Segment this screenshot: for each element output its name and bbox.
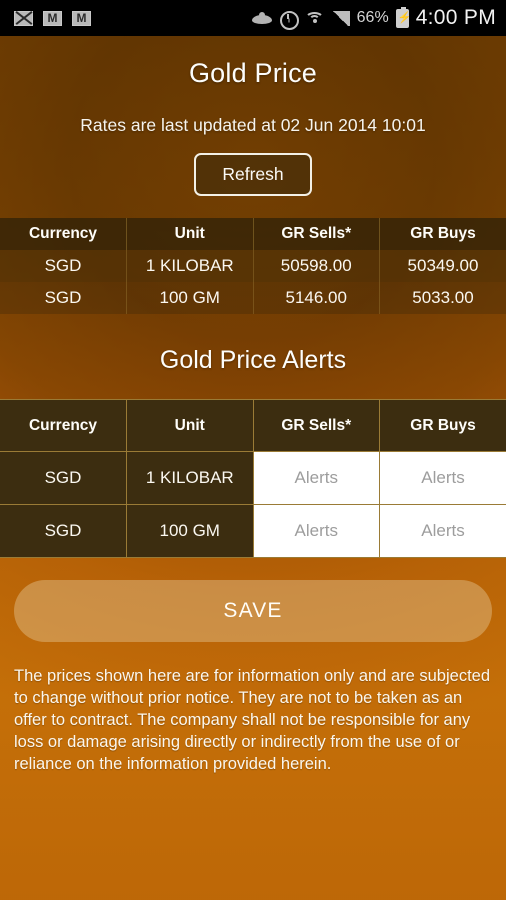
last-updated-text: Rates are last updated at 02 Jun 2014 10… bbox=[80, 115, 426, 135]
signal-bars-icon bbox=[330, 10, 350, 26]
status-system-icons: 66% 4:00 PM bbox=[251, 6, 496, 30]
page-title: Gold Price bbox=[188, 58, 318, 88]
cell-gr-buys: 5033.00 bbox=[379, 282, 506, 314]
cell-unit: 100 GM bbox=[126, 282, 254, 314]
table-row: SGD 100 GM 5146.00 5033.00 bbox=[0, 282, 506, 314]
save-button[interactable]: SAVE bbox=[14, 580, 492, 642]
cell-currency: SGD bbox=[0, 250, 127, 282]
cell-currency: SGD bbox=[0, 451, 127, 505]
table-row: SGD 100 GM bbox=[0, 504, 506, 558]
mail-envelope-icon bbox=[14, 10, 33, 26]
status-bar: 66% 4:00 PM bbox=[0, 0, 506, 36]
gold-rates-table: Currency Unit GR Sells* GR Buys SGD 1 KI… bbox=[0, 218, 506, 314]
eye-icon bbox=[251, 12, 272, 24]
battery-percent-label: 66% bbox=[356, 9, 389, 26]
alert-buys-input[interactable] bbox=[380, 452, 506, 504]
column-header-gr-sells: GR Sells* bbox=[253, 399, 380, 452]
gold-price-alerts-table: Currency Unit GR Sells* GR Buys SGD 1 KI… bbox=[0, 399, 506, 558]
status-notification-icons bbox=[14, 10, 91, 26]
column-header-currency: Currency bbox=[0, 399, 127, 452]
column-header-gr-buys: GR Buys bbox=[379, 218, 506, 250]
cell-currency: SGD bbox=[0, 282, 127, 314]
column-header-unit: Unit bbox=[126, 218, 254, 250]
alert-sells-input[interactable] bbox=[253, 505, 379, 557]
table-header-row: Currency Unit GR Sells* GR Buys bbox=[0, 399, 506, 452]
cell-unit: 1 KILOBAR bbox=[126, 250, 254, 282]
cell-currency: SGD bbox=[0, 504, 127, 558]
table-header-row: Currency Unit GR Sells* GR Buys bbox=[0, 218, 506, 250]
column-header-currency: Currency bbox=[0, 218, 127, 250]
status-clock: 4:00 PM bbox=[415, 6, 496, 29]
battery-charging-icon bbox=[395, 6, 409, 28]
save-button-container: SAVE bbox=[0, 558, 506, 642]
cell-gr-sells: 50598.00 bbox=[253, 250, 380, 282]
alarm-clock-icon bbox=[279, 9, 299, 30]
wifi-icon bbox=[304, 10, 324, 26]
column-header-gr-sells: GR Sells* bbox=[253, 218, 380, 250]
alerts-section-title: Gold Price Alerts bbox=[159, 346, 347, 374]
cell-unit: 1 KILOBAR bbox=[126, 451, 254, 505]
cell-gr-sells: 5146.00 bbox=[253, 282, 380, 314]
table-row: SGD 1 KILOBAR bbox=[0, 451, 506, 505]
alert-sells-cell[interactable] bbox=[253, 451, 380, 505]
app-screen: 66% 4:00 PM Gold Price Rates are last up… bbox=[0, 0, 506, 900]
column-header-unit: Unit bbox=[126, 399, 254, 452]
cell-gr-buys: 50349.00 bbox=[379, 250, 506, 282]
table-row: SGD 1 KILOBAR 50598.00 50349.00 bbox=[0, 250, 506, 282]
refresh-button[interactable]: Refresh bbox=[194, 153, 312, 196]
alert-buys-cell[interactable] bbox=[379, 451, 506, 505]
alert-sells-cell[interactable] bbox=[253, 504, 380, 558]
column-header-gr-buys: GR Buys bbox=[379, 399, 506, 452]
disclaimer-text: The prices shown here are for informatio… bbox=[14, 667, 491, 773]
alert-buys-cell[interactable] bbox=[379, 504, 506, 558]
cell-unit: 100 GM bbox=[126, 504, 254, 558]
refresh-button-container: Refresh bbox=[0, 136, 506, 196]
alert-buys-input[interactable] bbox=[380, 505, 506, 557]
alert-sells-input[interactable] bbox=[253, 452, 379, 504]
gmail-icon bbox=[72, 10, 91, 26]
gmail-icon bbox=[43, 10, 62, 26]
